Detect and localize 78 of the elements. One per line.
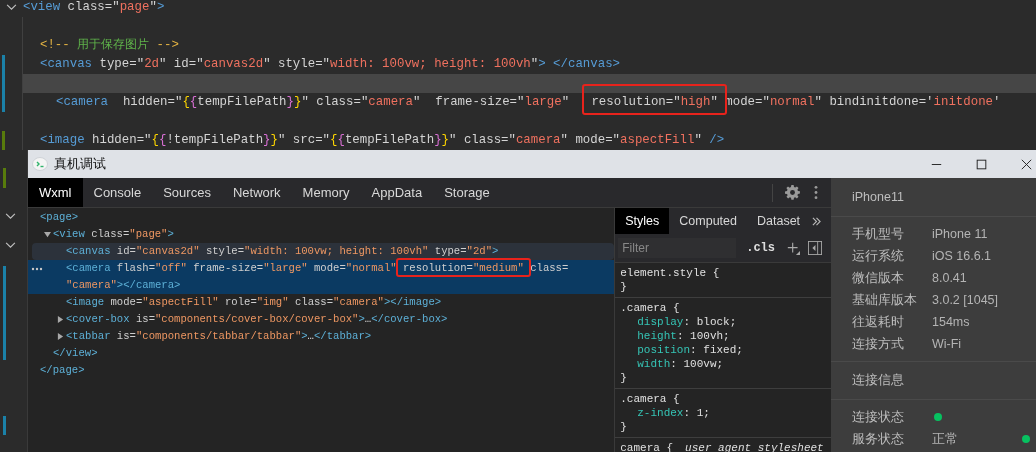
info-value: 3.0.2 [1045] <box>932 293 999 307</box>
info-value: 正常 <box>932 430 958 448</box>
tab[interactable]: Sources <box>152 178 222 207</box>
markup-text: <tabbar is="components/tabbar/tabbar">…</tabbar> <box>66 329 372 344</box>
close-icon[interactable] <box>1021 158 1032 170</box>
cls-button[interactable]: .cls <box>742 241 779 255</box>
markup-text: <image mode="aspectFill" role="img" class="camera"></image> <box>66 295 442 310</box>
info-value: iPhone 11 <box>932 227 988 241</box>
info-label: 连接方式 <box>852 335 905 353</box>
info-label: 微信版本 <box>852 269 905 287</box>
tab[interactable]: Storage <box>433 178 501 207</box>
info-label: 运行系统 <box>852 247 905 265</box>
sidebar-toggle-icon[interactable] <box>808 241 822 255</box>
window-title: 真机调试 <box>54 155 106 173</box>
tree-row[interactable]: <tabbar is="components/tabbar/tabbar">…</tabbar> <box>28 328 615 345</box>
fold-chevron-icon <box>5 242 16 249</box>
markup-text: </view> <box>53 346 98 361</box>
markup-text: </page> <box>40 363 85 378</box>
filter-field[interactable]: Filter <box>618 238 737 258</box>
plus-icon[interactable] <box>787 241 800 255</box>
collapsed-triangle-icon[interactable] <box>56 316 64 323</box>
double-chevron-icon[interactable] <box>812 216 821 226</box>
tree-row[interactable]: <page> <box>28 209 615 226</box>
tree-row[interactable]: <image mode="aspectFill" role="img" class="camera"></image> <box>28 294 615 311</box>
tab[interactable]: Memory <box>291 178 361 207</box>
info-value: iOS 16.6.1 <box>932 249 992 263</box>
collapsed-triangle-icon[interactable] <box>56 333 64 340</box>
tab[interactable]: Dataset <box>747 208 811 234</box>
more-icon[interactable] <box>31 267 43 271</box>
css-declaration: z-index: 1; <box>636 406 711 420</box>
markup-text: <page> <box>40 210 79 225</box>
tab[interactable]: Computed <box>669 208 747 234</box>
info-label: 手机型号 <box>852 225 905 243</box>
code-line: <view class="page"> <box>23 0 165 16</box>
device-name: iPhone11 <box>852 190 904 204</box>
maximize-icon[interactable] <box>976 158 987 170</box>
tree-row[interactable]: <camera flash="off" frame-size="large" mode="normal" resolution="medium" class= "camera"></camera> <box>28 260 615 294</box>
expanded-triangle-icon[interactable] <box>43 231 51 238</box>
css-declaration: width: 100vw; <box>636 357 725 371</box>
markup-text: <canvas id="canvas2d" style="width: 100vw; height: 100vh" type="2d"> <box>66 244 499 259</box>
tab[interactable]: Network <box>221 178 292 207</box>
info-label: 服务状态 <box>852 430 905 448</box>
closing-brace: } <box>620 281 627 293</box>
section-heading: 连接信息 <box>852 372 905 389</box>
change-bar <box>3 416 6 435</box>
tab[interactable]: Console <box>82 178 153 207</box>
tab[interactable]: AppData <box>360 178 434 207</box>
fold-chevron-icon <box>5 213 16 220</box>
css-selector: .camera { <box>620 393 680 405</box>
css-declaration: position: fixed; <box>636 343 744 357</box>
tab[interactable]: Styles <box>615 208 670 234</box>
info-label: 基础库版本 <box>852 291 918 309</box>
markup-text: <cover-box is="components/cover-box/cover-box">…</cover-box> <box>66 312 448 327</box>
css-selector: .camera { <box>620 302 680 314</box>
closing-brace: } <box>620 421 627 433</box>
info-value: 8.0.41 <box>932 271 967 285</box>
code-line: <canvas type="2d" id="canvas2d" style="width: 100vw; height: 100vh"> </canvas> <box>40 56 621 73</box>
tree-row[interactable]: <canvas id="canvas2d" style="width: 100vw; height: 100vh" type="2d"> <box>32 243 615 260</box>
info-label: 往返耗时 <box>852 313 905 331</box>
more-icon[interactable] <box>814 185 818 200</box>
closing-brace: } <box>620 372 627 384</box>
css-selector: element.style { <box>620 267 720 279</box>
info-value: Wi-Fi <box>932 337 962 351</box>
markup-text: <view class="page"> <box>53 227 174 242</box>
css-declaration: height: 100vh; <box>636 329 731 343</box>
tab[interactable]: Wxml <box>28 178 83 207</box>
css-declaration: display: block; <box>636 315 738 329</box>
app-icon <box>32 156 48 172</box>
info-label: 连接状态 <box>852 408 905 426</box>
fold-chevron-icon[interactable] <box>5 4 17 11</box>
tree-row[interactable]: <view class="page"> <box>28 226 615 243</box>
code-line: <image hidden="{{!tempFilePath}}" src="{{tempFilePath}}" class="camera" mode="aspectFill" /> <box>40 132 725 149</box>
change-bar <box>3 168 6 188</box>
code-line: <!-- 用于保存图片 --> <box>40 37 179 54</box>
info-value: 154ms <box>932 315 970 329</box>
tree-row[interactable]: <cover-box is="components/cover-box/cover-box">…</cover-box> <box>28 311 615 328</box>
markup-text: <camera flash="off" frame-size="large" mode="normal" resolution="medium" class= "camera"></camera> <box>66 261 569 293</box>
settings-icon[interactable] <box>785 185 800 200</box>
